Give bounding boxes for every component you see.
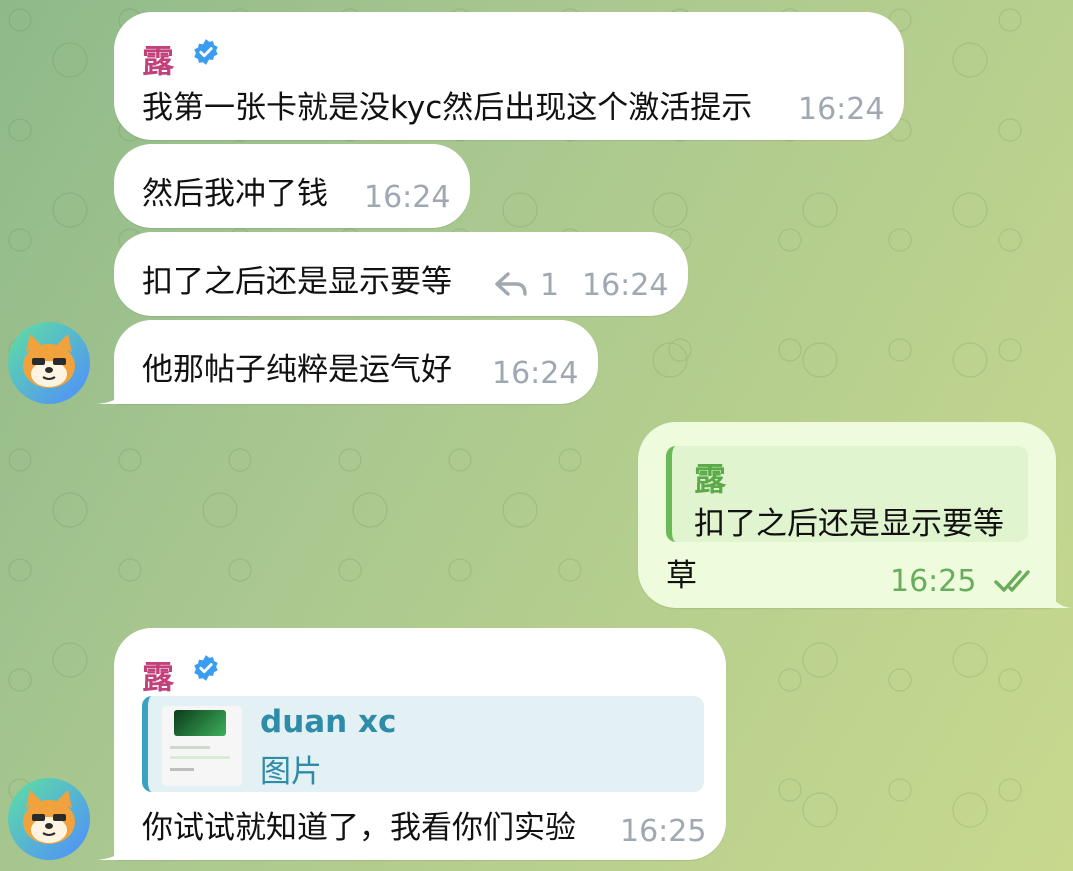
bubble-tail (96, 840, 126, 860)
message-time: 16:25 (620, 814, 707, 849)
quote-text: 扣了之后还是显示要等 (694, 506, 1004, 542)
avatar-shiba-icon (23, 790, 75, 844)
sender-name[interactable]: 露 (142, 36, 174, 82)
quote-sender: 露 (694, 460, 727, 498)
reply-quote[interactable]: 露 扣了之后还是显示要等 (666, 446, 1028, 542)
message-text: 草 (666, 558, 697, 594)
message-bubble[interactable]: 他那帖子纯粹是运气好 16:24 (114, 320, 598, 404)
message-bubble[interactable]: 然后我冲了钱 16:24 (114, 144, 470, 228)
message-time: 16:25 (890, 564, 977, 599)
quote-media-type: 图片 (260, 754, 322, 790)
reply-count[interactable]: 1 (540, 268, 559, 303)
message-text: 扣了之后还是显示要等 (142, 264, 452, 300)
message-bubble[interactable]: 扣了之后还是显示要等 1 16:24 (114, 232, 688, 316)
bubble-tail (96, 384, 126, 404)
message-bubble[interactable]: 露 duan xc 图片 你试试就知道了，我看你们实验 16:25 (114, 628, 726, 860)
thumbnail-line (170, 756, 230, 759)
verified-icon (194, 655, 218, 681)
message-bubble[interactable]: 露 我第一张卡就是没kyc然后出现这个激活提示 16:24 (114, 12, 904, 140)
avatar-shiba-icon (23, 334, 75, 388)
reply-icon[interactable] (494, 270, 528, 300)
message-time: 16:24 (364, 180, 451, 215)
verified-icon (194, 39, 218, 65)
avatar[interactable] (8, 778, 90, 860)
outgoing-message-bubble[interactable]: 露 扣了之后还是显示要等 草 16:25 (638, 422, 1056, 608)
thumbnail-line (170, 746, 210, 749)
message-text: 我第一张卡就是没kyc然后出现这个激活提示 (142, 90, 753, 126)
message-time: 16:24 (798, 92, 885, 127)
double-check-icon (994, 570, 1030, 592)
sender-name[interactable]: 露 (142, 652, 174, 698)
media-reply-quote[interactable]: duan xc 图片 (142, 696, 704, 792)
bubble-tail (1050, 588, 1072, 608)
thumbnail-line (170, 768, 194, 771)
message-text: 你试试就知道了，我看你们实验 (142, 810, 576, 846)
message-time: 16:24 (492, 356, 579, 391)
message-text: 然后我冲了钱 (142, 176, 328, 212)
avatar[interactable] (8, 322, 90, 404)
message-text: 他那帖子纯粹是运气好 (142, 352, 452, 388)
quote-sender: duan xc (260, 704, 397, 740)
image-thumbnail[interactable] (162, 706, 242, 786)
message-time: 16:24 (582, 268, 669, 303)
card-image (174, 710, 226, 736)
